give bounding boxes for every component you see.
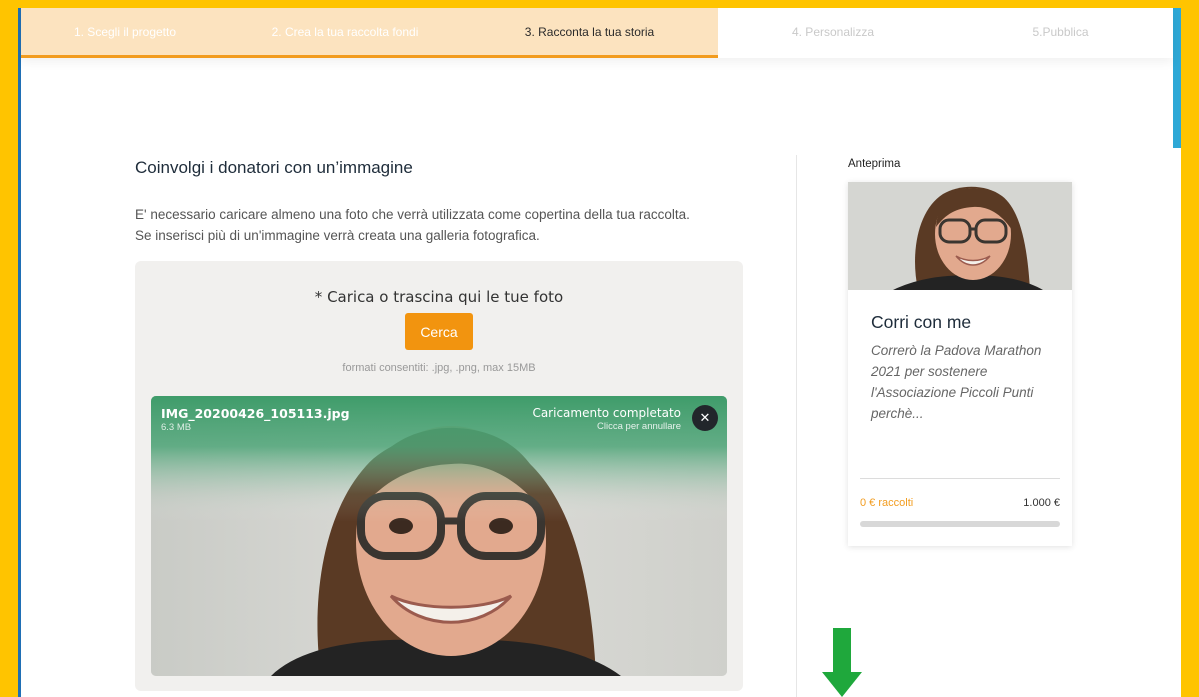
- fundraising-goal: 1.000 €: [1023, 497, 1060, 509]
- step-choose-project[interactable]: 1. Scegli il progetto: [21, 8, 229, 58]
- step-publish[interactable]: 5.Pubblica: [948, 8, 1173, 58]
- progress-bar: [860, 521, 1060, 527]
- preview-photo: [848, 182, 1072, 290]
- preview-label: Anteprima: [848, 158, 901, 170]
- step-customize[interactable]: 4. Personalizza: [718, 8, 948, 58]
- upload-status-text: Caricamento completato: [532, 406, 681, 420]
- scrollbar-thumb[interactable]: [1173, 8, 1181, 148]
- column-divider: [796, 155, 797, 697]
- left-edge-accent: [18, 8, 21, 697]
- uploaded-file-card[interactable]: IMG_20200426_105113.jpg 6.3 MB Caricamen…: [151, 396, 727, 676]
- section-title: Coinvolgi i donatori con un’immagine: [135, 158, 413, 177]
- browse-button[interactable]: Cerca: [405, 313, 473, 350]
- upload-dropzone[interactable]: * Carica o trascina qui le tue foto Cerc…: [135, 261, 743, 691]
- preview-separator: [860, 478, 1060, 479]
- allowed-formats: formati consentiti: .jpg, .png, max 15MB: [342, 362, 536, 374]
- description-line-1: E' necessario caricare almeno una foto c…: [135, 207, 690, 222]
- upload-prompt: * Carica o trascina qui le tue foto: [314, 288, 564, 306]
- arrow-down-icon: [822, 628, 862, 697]
- file-info: IMG_20200426_105113.jpg 6.3 MB: [161, 406, 350, 433]
- description-line-2: Se inserisci più di un'immagine verrà cr…: [135, 228, 540, 243]
- progress-stepper: 1. Scegli il progetto 2. Crea la tua rac…: [21, 8, 1173, 58]
- page: 1. Scegli il progetto 2. Crea la tua rac…: [18, 8, 1181, 697]
- amount-raised: 0 € raccolti: [860, 497, 914, 509]
- section-description: E' necessario caricare almeno una foto c…: [135, 204, 775, 246]
- file-name: IMG_20200426_105113.jpg: [161, 406, 350, 421]
- close-icon[interactable]: ✕: [692, 405, 718, 431]
- upload-status[interactable]: Caricamento completato Clicca per annull…: [532, 406, 681, 432]
- uploaded-photo: [151, 396, 727, 676]
- file-size: 6.3 MB: [161, 422, 192, 433]
- preview-excerpt: Correrò la Padova Marathon 2021 per sost…: [871, 343, 1042, 421]
- step-tell-story[interactable]: 3. Racconta la tua storia: [461, 8, 718, 58]
- preview-title: Corri con me: [871, 312, 972, 332]
- step-create-fundraiser[interactable]: 2. Crea la tua raccolta fondi: [229, 8, 461, 58]
- preview-card: Corri con me Correrò la Padova Marathon …: [848, 182, 1072, 546]
- cancel-hint: Clicca per annullare: [597, 421, 681, 432]
